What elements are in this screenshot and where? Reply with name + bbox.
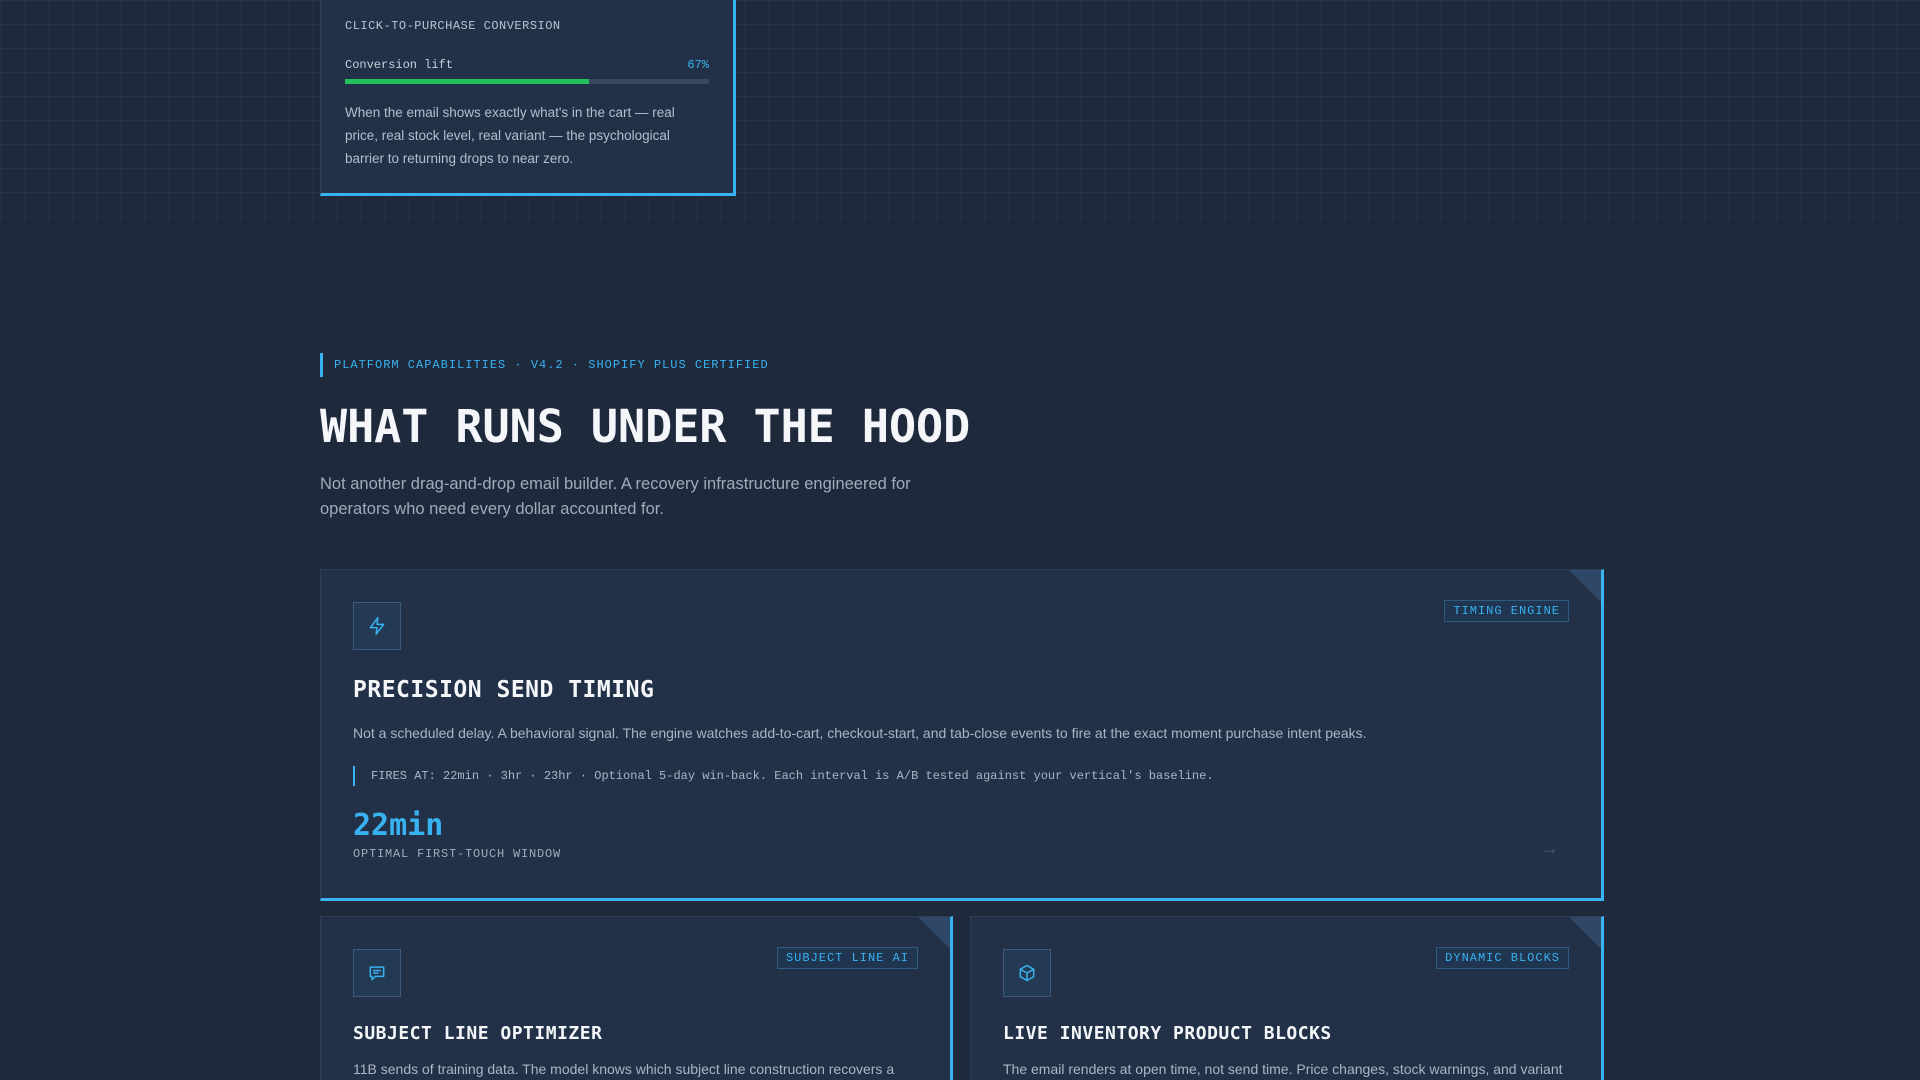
dynamic-blocks-tag: DYNAMIC BLOCKS xyxy=(1436,947,1569,969)
subject-line-ai-tag: SUBJECT LINE AI xyxy=(776,947,918,969)
conversion-lift-label: Conversion lift xyxy=(345,58,454,72)
conversion-stat-card: +67% CLICK-TO-PURCHASE CONVERSION Conver… xyxy=(320,0,736,196)
subject-line-ai-card[interactable]: SUBJECT LINE AI SUBJECT LINE OPTIMIZER 1… xyxy=(320,916,953,1080)
conversion-lift-bar xyxy=(345,79,709,84)
conversion-lift-row: Conversion lift 67% xyxy=(345,58,709,72)
stat-number: +67% xyxy=(345,0,451,13)
card-description: Not a scheduled delay. A behavioral sign… xyxy=(353,725,1367,741)
card-description: The email renders at open time, not send… xyxy=(1003,1061,1563,1077)
stat-caption: CLICK-TO-PURCHASE CONVERSION xyxy=(345,19,561,33)
cube-icon xyxy=(1003,949,1051,997)
metric-caption: OPTIMAL FIRST-TOUCH WINDOW xyxy=(353,847,562,861)
timing-engine-card[interactable]: TIMING ENGINE PRECISION SEND TIMING Not … xyxy=(320,569,1604,901)
metric-value: 22min xyxy=(353,808,444,843)
card-corner-fold xyxy=(1569,917,1601,949)
section-subhead: Not another drag-and-drop email builder.… xyxy=(320,475,911,518)
timing-engine-tag: TIMING ENGINE xyxy=(1444,600,1569,622)
grid-background xyxy=(0,0,1920,270)
card-corner-fold xyxy=(1569,570,1601,602)
section-headline: WHAT RUNS UNDER THE HOOD xyxy=(320,400,971,453)
card-corner-fold xyxy=(918,917,950,949)
stat-description: When the email shows exactly what's in t… xyxy=(345,105,675,166)
chat-bubble-icon xyxy=(353,949,401,997)
section-eyebrow: PLATFORM CAPABILITIES · V4.2 · SHOPIFY P… xyxy=(320,353,769,377)
card-title: LIVE INVENTORY PRODUCT BLOCKS xyxy=(1003,1023,1332,1044)
dynamic-blocks-card[interactable]: DYNAMIC BLOCKS LIVE INVENTORY PRODUCT BL… xyxy=(970,916,1604,1080)
card-description: 11B sends of training data. The model kn… xyxy=(353,1061,895,1077)
card-title: PRECISION SEND TIMING xyxy=(353,677,655,703)
conversion-lift-value: 67% xyxy=(687,58,709,72)
arrow-right-icon[interactable]: → xyxy=(1541,838,1559,859)
lightning-icon xyxy=(353,602,401,650)
card-title: SUBJECT LINE OPTIMIZER xyxy=(353,1023,603,1044)
fires-at-note: FIRES AT: 22min · 3hr · 23hr · Optional … xyxy=(353,766,1214,786)
conversion-lift-bar-fill xyxy=(345,79,589,84)
